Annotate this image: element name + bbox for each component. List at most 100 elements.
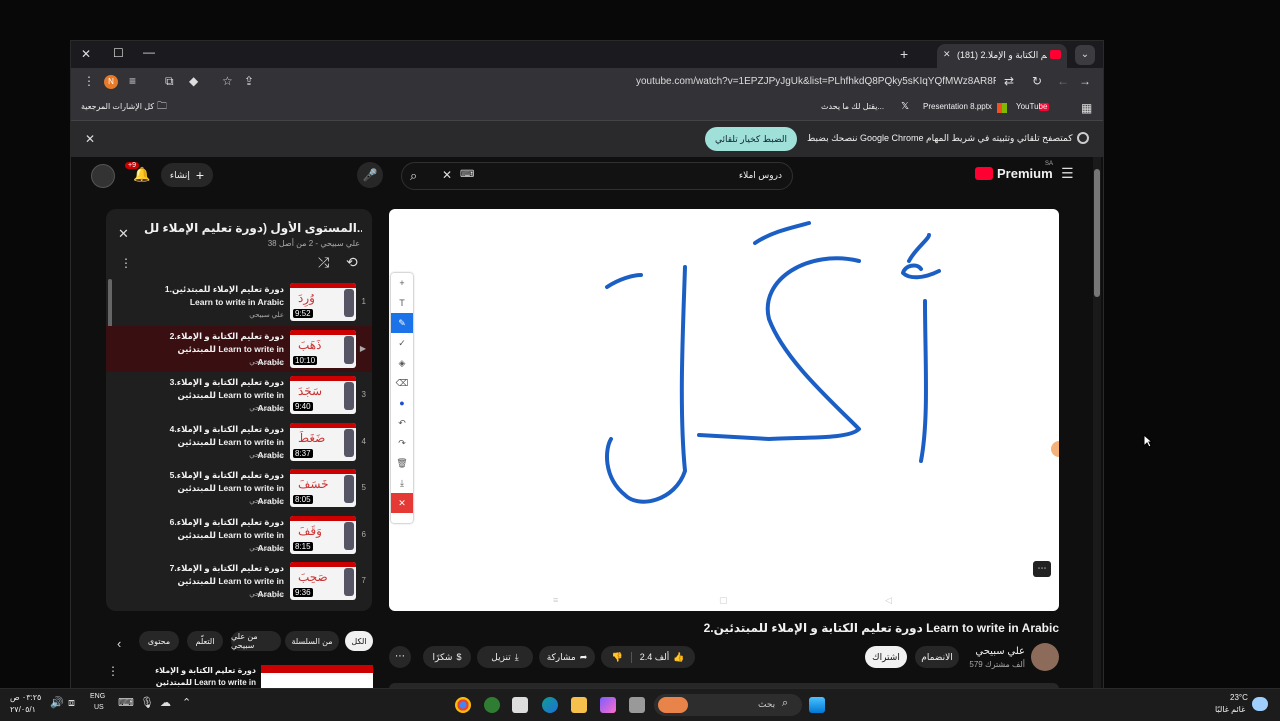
next-video-thumbnail[interactable]	[261, 665, 373, 689]
like-count[interactable]: 2.4 ألف	[630, 651, 669, 663]
playlist-item[interactable]: 1 وُرِدَ 9:52 1.دورة تعليم الإملاء للمبتدئي…	[106, 279, 372, 325]
bm-youtube[interactable]: YouTube	[1016, 102, 1047, 111]
mic-tray-icon[interactable]: 🎙	[140, 698, 154, 709]
join-button[interactable]: الانضمام	[915, 646, 959, 668]
edge-taskbar-icon[interactable]	[542, 697, 558, 713]
weather-temp[interactable]: 23°C	[1230, 693, 1248, 702]
language-top[interactable]: ENG	[90, 693, 105, 700]
tray-overflow-icon[interactable]: ⌃	[182, 698, 191, 709]
install-icon[interactable]: ⇪	[244, 75, 254, 87]
channel-name[interactable]: علي سبيحي	[975, 646, 1025, 657]
chrome-taskbar-icon[interactable]	[455, 697, 471, 713]
search-icon[interactable]: ⌕	[410, 169, 417, 182]
playlist-menu-icon[interactable]: ⋮	[120, 257, 132, 269]
youtube-logo-text[interactable]: Premium	[997, 166, 1053, 181]
reload-icon[interactable]: ↻	[1032, 75, 1042, 87]
playlist-item[interactable]: 3 سَجَدَ 9:40 3.دورة تعليم الكتابة و الإملا…	[106, 372, 372, 418]
chip-0[interactable]: الكل	[345, 631, 373, 651]
bm-x[interactable]: يقتل لك ما يحدث...	[821, 102, 884, 111]
playlist-item-thumbnail[interactable]: وَقَفَ 8:15	[290, 515, 356, 554]
bm-presentation[interactable]: Presentation 8.pptx	[923, 102, 992, 111]
shape-tool-icon[interactable]: ◈	[391, 353, 413, 373]
site-settings-icon[interactable]: ⇄	[1004, 75, 1014, 87]
next-video-menu-icon[interactable]: ⋮	[107, 665, 119, 677]
chips-scroll-icon[interactable]: ‹	[117, 637, 121, 650]
playlist-item-thumbnail[interactable]: سَجَدَ 9:40	[290, 376, 356, 414]
close-tool-icon[interactable]: ✕	[391, 493, 413, 513]
playlist-item[interactable]: 5 خَسَفَ 8:05 5.دورة تعليم الكتابة و الإملا…	[106, 465, 372, 511]
playlist-item-thumbnail[interactable]: ذَهَبَ 10:10	[290, 329, 356, 368]
chip-2[interactable]: من علي سبيحي	[231, 631, 281, 651]
taskbar-search[interactable]: بحث ⌕	[654, 694, 802, 716]
playlist-close-icon[interactable]: ✕	[118, 227, 129, 240]
extensions-icon[interactable]: ⧉	[165, 75, 174, 87]
new-tab-icon[interactable]: +	[900, 47, 908, 61]
text-tool-icon[interactable]: T	[391, 293, 413, 313]
shuffle-icon[interactable]: ⤮	[318, 255, 329, 269]
bm-all[interactable]: كل الإشارات المرجعية	[81, 102, 154, 111]
pen-tool-icon[interactable]: ✎	[391, 313, 413, 333]
check-tool-icon[interactable]: ✓	[391, 333, 413, 353]
chip-4[interactable]: محتوى	[139, 631, 179, 651]
volume-icon[interactable]: 🔊	[50, 698, 64, 709]
next-video-title[interactable]: دورة تعليم الكتابة و الإملاء للمبتدئين L…	[131, 665, 256, 689]
color-tool-icon[interactable]: ●	[391, 393, 413, 413]
account-avatar[interactable]	[91, 164, 115, 188]
redo-tool-icon[interactable]: ↷	[391, 433, 413, 453]
puzzle-icon[interactable]: ◆	[189, 75, 198, 87]
playlist-item-thumbnail[interactable]: خَسَفَ 8:05	[290, 469, 356, 507]
start-windows-icon[interactable]	[809, 697, 825, 713]
notifications-icon[interactable]: 🔔	[133, 167, 150, 181]
playlist-item-thumbnail[interactable]: صَحِبَ 9:36	[290, 562, 356, 600]
youtube-logo-icon[interactable]	[975, 167, 993, 180]
onedrive-icon[interactable]: ☁	[160, 698, 171, 709]
video-player[interactable]: ⋯ ≡ ▢ ◁	[389, 209, 1059, 611]
forward-icon[interactable]: ←	[1057, 75, 1069, 87]
tab-youtube[interactable]: ✕ (181) 2.دورة تعليم الكتابة و الإملا...	[937, 44, 1067, 68]
plus-tool-icon[interactable]: +	[391, 273, 413, 293]
keyboard-tray-icon[interactable]: ⌨	[118, 698, 134, 709]
copilot-taskbar-icon[interactable]	[600, 697, 616, 713]
clock-date[interactable]: ٢٧/٠٥/١	[10, 705, 36, 714]
playlist-title[interactable]: المستوى الأول (دورة تعليم الإملاء لل...	[144, 221, 362, 235]
network-icon[interactable]: ⧈	[68, 698, 75, 709]
tab-close-icon[interactable]: ✕	[943, 50, 951, 59]
chip-3[interactable]: التعلّم	[187, 631, 223, 651]
delete-tool-icon[interactable]: 🗑	[391, 453, 413, 473]
apps-grid-icon[interactable]: ▦	[1081, 102, 1092, 114]
playlist-item-thumbnail[interactable]: وُرِدَ 9:52	[290, 283, 356, 321]
back-icon[interactable]: →	[1079, 75, 1091, 87]
tab-search-bar-icon[interactable]: ≡	[129, 75, 136, 87]
subscribe-button[interactable]: اشتراك	[865, 646, 907, 668]
keyboard-icon[interactable]: ⌨	[460, 170, 474, 180]
player-more-icon[interactable]: ⋯	[1033, 561, 1051, 577]
weather-desc[interactable]: غائم غالبًا	[1215, 705, 1245, 714]
channel-avatar[interactable]	[1031, 643, 1059, 671]
playlist-item[interactable]: 4 ضَغَطَ 8:37 4.دورة تعليم الكتابة و الإملا…	[106, 419, 372, 465]
playlist-item[interactable]: 7 صَحِبَ 9:36 7.دورة تعليم الكتابة و الإملا…	[106, 558, 372, 604]
tab-search-icon[interactable]: ⌄	[1075, 45, 1095, 65]
minimize-icon[interactable]: —	[143, 46, 155, 58]
clock-time[interactable]: ٠٣:٢٥ ص	[10, 693, 41, 702]
maximize-icon[interactable]: ☐	[113, 47, 124, 59]
playlist-item[interactable]: 6 وَقَفَ 8:15 6.دورة تعليم الكتابة و الإملا…	[106, 512, 372, 558]
hamburger-menu-icon[interactable]: ☰	[1061, 166, 1074, 180]
loop-icon[interactable]: ⟲	[346, 255, 358, 269]
profile-avatar[interactable]: N	[104, 75, 118, 89]
thanks-button[interactable]: شكرًا $	[423, 646, 471, 668]
undo-tool-icon[interactable]: ↶	[391, 413, 413, 433]
language-bottom[interactable]: US	[94, 704, 104, 711]
app-taskbar-icon[interactable]	[484, 697, 500, 713]
store-taskbar-icon[interactable]	[512, 697, 528, 713]
dislike-icon[interactable]: 👎	[611, 652, 622, 663]
search-input[interactable]: دروس املاء	[739, 170, 782, 181]
notice-close-icon[interactable]: ✕	[85, 133, 95, 145]
page-scrollbar-thumb[interactable]	[1094, 169, 1100, 297]
bookmark-star-icon[interactable]: ☆	[222, 75, 233, 87]
url-field[interactable]: youtube.com/watch?v=1EPZJPyJgUk&list=PLh…	[636, 76, 996, 87]
close-window-icon[interactable]: ✕	[81, 48, 91, 60]
explorer-taskbar-icon[interactable]	[571, 697, 587, 713]
download-tool-icon[interactable]: ⤓	[391, 473, 413, 493]
task-view-icon[interactable]	[629, 697, 645, 713]
create-button[interactable]: إنشاء +	[161, 163, 213, 187]
